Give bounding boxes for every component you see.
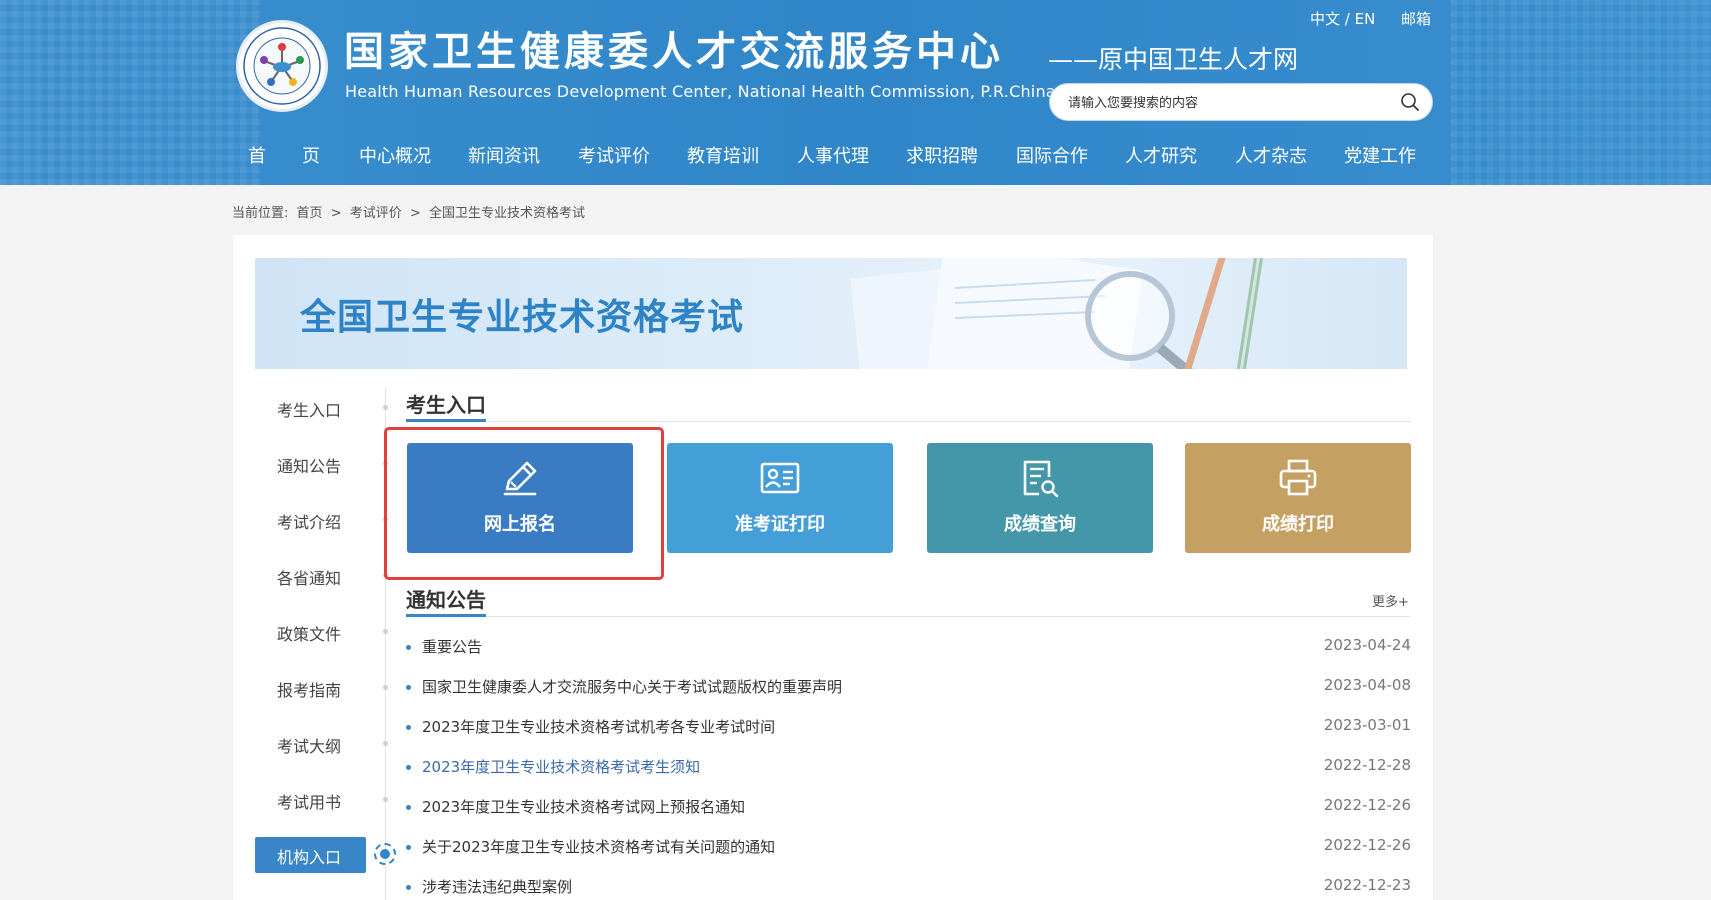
notice-title[interactable]: 2023年度卫生专业技术资格考试机考各专业考试时间 — [422, 716, 775, 737]
list-bullet — [406, 845, 411, 850]
list-item[interactable]: 2023年度卫生专业技术资格考试机考各专业考试时间 2023-03-01 — [406, 716, 1411, 740]
notice-date: 2022-12-28 — [1323, 756, 1411, 774]
banner-title: 全国卫生专业技术资格考试 — [300, 297, 745, 338]
sidebar-dot — [383, 797, 388, 802]
sidebar-dot — [383, 629, 388, 634]
list-bullet — [406, 645, 411, 650]
list-item[interactable]: 2023年度卫生专业技术资格考试考生须知 2022-12-28 — [406, 756, 1411, 780]
notice-date: 2022-12-26 — [1323, 796, 1411, 814]
nav-international[interactable]: 国际合作 — [1016, 140, 1088, 174]
breadcrumb-exams[interactable]: 考试评价 — [350, 206, 402, 221]
tile-label: 准考证打印 — [735, 514, 825, 535]
tile-label: 成绩查询 — [1004, 514, 1076, 535]
nav-about[interactable]: 中心概况 — [359, 140, 431, 174]
list-item[interactable]: 国家卫生健康委人才交流服务中心关于考试试题版权的重要声明 2023-04-08 — [406, 676, 1411, 700]
site-title: 国家卫生健康委人才交流服务中心 — [344, 29, 1004, 75]
list-bullet — [406, 685, 411, 690]
sidebar-item-institution-entry[interactable]: 机构入口 — [255, 837, 366, 873]
sidebar-dot — [383, 685, 388, 690]
candidate-entry-heading: 考生入口 — [406, 393, 486, 417]
notice-title[interactable]: 重要公告 — [422, 636, 482, 657]
section-divider — [406, 616, 1411, 617]
search-input[interactable] — [1066, 84, 1390, 122]
logo-emblem-icon — [243, 27, 321, 105]
list-item[interactable]: 关于2023年度卫生专业技术资格考试有关问题的通知 2022-12-26 — [406, 836, 1411, 860]
search-box — [1049, 83, 1433, 122]
document-search-icon — [1023, 460, 1059, 498]
notice-date: 2023-04-24 — [1323, 636, 1411, 654]
notice-title[interactable]: 2023年度卫生专业技术资格考试网上预报名通知 — [422, 796, 745, 817]
page-banner: 全国卫生专业技术资格考试 — [255, 258, 1407, 369]
sidebar-dot — [383, 405, 388, 410]
notice-date: 2022-12-23 — [1323, 876, 1411, 894]
nav-news[interactable]: 新闻资讯 — [468, 140, 540, 174]
score-print-button[interactable]: 成绩打印 — [1185, 443, 1411, 553]
site-header: 国家卫生健康委人才交流服务中心 Health Human Resources D… — [0, 0, 1711, 185]
nav-research[interactable]: 人才研究 — [1125, 140, 1197, 174]
more-link[interactable]: 更多+ — [1372, 591, 1409, 610]
sidebar-item-exam-intro[interactable]: 考试介绍 — [277, 509, 341, 533]
nav-training[interactable]: 教育培训 — [687, 140, 759, 174]
sidebar-item-policy-files[interactable]: 政策文件 — [277, 621, 341, 645]
score-query-button[interactable]: 成绩查询 — [927, 443, 1153, 553]
notice-title[interactable]: 2023年度卫生专业技术资格考试考生须知 — [422, 756, 700, 777]
highlight-box — [384, 427, 664, 580]
breadcrumb-separator: > — [330, 206, 342, 221]
tile-label: 成绩打印 — [1262, 514, 1334, 535]
list-bullet — [406, 885, 411, 890]
notice-date: 2022-12-26 — [1323, 836, 1411, 854]
notice-title[interactable]: 关于2023年度卫生专业技术资格考试有关问题的通知 — [422, 836, 775, 857]
sidebar-item-application-guide[interactable]: 报考指南 — [277, 677, 341, 701]
breadcrumb-label: 当前位置: — [232, 206, 289, 221]
list-item[interactable]: 2023年度卫生专业技术资格考试网上预报名通知 2022-12-26 — [406, 796, 1411, 820]
breadcrumb-home[interactable]: 首页 — [297, 206, 323, 221]
section-accent — [406, 419, 486, 422]
site-logo[interactable] — [236, 20, 328, 112]
sidebar-item-notices[interactable]: 通知公告 — [277, 453, 341, 477]
list-bullet — [406, 725, 411, 730]
header-texture-right — [1451, 0, 1711, 185]
sidebar-item-exam-books[interactable]: 考试用书 — [277, 789, 341, 813]
sidebar-active-indicator — [374, 843, 396, 865]
sidebar-item-label: 机构入口 — [277, 848, 342, 867]
printer-icon — [1279, 459, 1317, 496]
nav-jobs[interactable]: 求职招聘 — [906, 140, 978, 174]
mail-link[interactable]: 邮箱 — [1401, 8, 1431, 29]
list-item[interactable]: 涉考违法违纪典型案例 2022-12-23 — [406, 876, 1411, 900]
sidebar-dot — [383, 741, 388, 746]
section-accent — [406, 614, 486, 617]
nav-magazine[interactable]: 人才杂志 — [1235, 140, 1307, 174]
nav-party[interactable]: 党建工作 — [1344, 140, 1416, 174]
notice-title[interactable]: 涉考违法违纪典型案例 — [422, 876, 572, 897]
notice-date: 2023-04-08 — [1323, 676, 1411, 694]
admission-ticket-print-button[interactable]: 准考证打印 — [667, 443, 893, 553]
sidebar-item-candidate-entry[interactable]: 考生入口 — [277, 397, 341, 421]
sidebar-item-province-notices[interactable]: 各省通知 — [277, 565, 341, 589]
nav-personnel[interactable]: 人事代理 — [797, 140, 869, 174]
section-divider — [406, 421, 1411, 422]
breadcrumb-current[interactable]: 全国卫生专业技术资格考试 — [429, 206, 585, 221]
sidebar-item-exam-syllabus[interactable]: 考试大纲 — [277, 733, 341, 757]
nav-home[interactable]: 首 页 — [248, 140, 320, 174]
site-slogan: ——原中国卫生人才网 — [1048, 45, 1299, 74]
notice-title[interactable]: 国家卫生健康委人才交流服务中心关于考试试题版权的重要声明 — [422, 676, 842, 697]
list-bullet — [406, 765, 411, 770]
header-texture-left — [0, 0, 260, 185]
language-switch[interactable]: 中文 / EN — [1310, 8, 1375, 29]
id-card-icon — [760, 462, 800, 494]
breadcrumb: 当前位置: 首页 > 考试评价 > 全国卫生专业技术资格考试 — [232, 202, 589, 221]
list-bullet — [406, 805, 411, 810]
notices-heading: 通知公告 — [406, 588, 486, 612]
list-item[interactable]: 重要公告 2023-04-24 — [406, 636, 1411, 660]
search-icon[interactable] — [1400, 92, 1420, 112]
nav-exams[interactable]: 考试评价 — [578, 140, 650, 174]
site-subtitle: Health Human Resources Development Cente… — [345, 82, 1056, 101]
notice-date: 2023-03-01 — [1323, 716, 1411, 734]
breadcrumb-separator: > — [409, 206, 421, 221]
